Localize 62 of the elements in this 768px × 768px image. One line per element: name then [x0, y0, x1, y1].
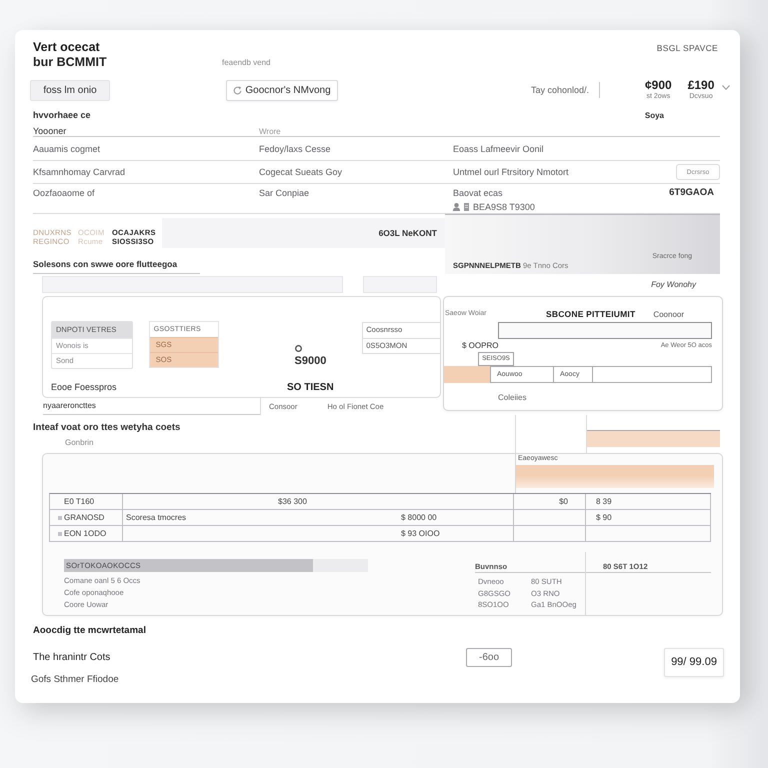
- row-label: Scoresa tmocres: [126, 513, 186, 522]
- table-text: Untmel ourl Ftrsitory Nmotort: [453, 167, 569, 177]
- amount-value: S9000: [294, 355, 326, 367]
- chevron-down-icon[interactable]: [722, 84, 730, 90]
- corner-label: BSGL SPAVCE: [656, 42, 718, 52]
- header-caption: feaendb vend: [222, 58, 270, 68]
- refresh-icon: [233, 86, 242, 94]
- table-text: Fedoy/laxs Cesse: [259, 144, 331, 154]
- stat-value: £190: [688, 79, 714, 92]
- column-header: Yoooner: [33, 126, 66, 136]
- text-field[interactable]: Tay cohonlod/.: [528, 82, 600, 98]
- stat-value: ¢900: [645, 79, 672, 92]
- row-amount: $ 8000 00: [401, 513, 437, 522]
- filter-label: Solesons con swwe oore flutteegoa: [33, 258, 200, 274]
- table-text: Eoass Lafmeevir Oonil: [453, 144, 544, 154]
- value-chip: -6oo: [466, 648, 512, 667]
- highlight-cell: [444, 366, 491, 383]
- table-text: Aauamis cogmet: [33, 144, 100, 154]
- document-title: Vert ocecat: [33, 40, 100, 55]
- table-text: Baovat ecas: [453, 188, 503, 198]
- breakdown-value: SO TIESN: [287, 382, 334, 392]
- row-code: EON 1ODO: [64, 529, 106, 538]
- section-label: hvvorhaee ce: [33, 110, 91, 120]
- document-subtitle: bur BCMMIT: [33, 55, 107, 70]
- ring-icon: [294, 345, 302, 352]
- table-text: Sar Conpiae: [259, 188, 310, 198]
- row-value: $ 90: [596, 513, 612, 522]
- table-text: Cogecat Sueats Goy: [259, 167, 342, 177]
- weights-subtitle: Gonbrin: [65, 438, 94, 448]
- payment-amount: $ OOPRO: [461, 340, 498, 352]
- total-value: 99/ 99.09: [664, 648, 724, 677]
- reference-text: BEA9S8 T9300: [473, 202, 535, 212]
- payment-side-label: Coonoor: [653, 310, 684, 318]
- toolbar-button[interactable]: Goocnor's NMvong: [226, 80, 338, 100]
- document-icon: [464, 203, 469, 211]
- column-header: Wrore: [259, 127, 281, 136]
- row-code: E0 T160: [64, 497, 94, 506]
- row-amount: $36 300: [278, 497, 307, 506]
- table-text: Kfsamnhomay Carvrad: [33, 167, 126, 177]
- bar-label: 6O3L NeKONT: [378, 228, 437, 238]
- table-text: Oozfaoaome of: [33, 188, 95, 198]
- row-code: GRANOSD: [64, 513, 104, 522]
- row-amount: $ 93 OIOO: [401, 529, 440, 538]
- toolbar-button[interactable]: foss lm onio: [30, 80, 110, 100]
- footer-note: Gofs Sthmer Ffiodoe: [31, 674, 119, 685]
- payment-title: SBCONE PITTEIUMIT: [546, 309, 636, 319]
- weights-title: Inteaf voat oro ttes wetyha coets: [33, 422, 180, 433]
- row-value: $0: [559, 497, 568, 506]
- filter-note: Foy Wonohy: [651, 280, 696, 288]
- row-value: 8 39: [596, 497, 612, 506]
- section-note: Soya: [644, 110, 664, 120]
- bullet-icon: [58, 532, 62, 536]
- footer-heading: Aoocdig tte mcwrtetamal: [33, 625, 146, 636]
- input-field[interactable]: [498, 322, 712, 339]
- total-value: 6T9GAOA: [669, 188, 714, 198]
- total-label: The hranintr Cots: [33, 652, 110, 664]
- bullet-icon: [58, 516, 62, 520]
- blank-field[interactable]: [592, 366, 712, 383]
- breakdown-row-label: nyaareroncttes: [43, 398, 260, 415]
- breakdown-label: Eooe Foesspros: [51, 382, 117, 392]
- payment-footer: Coleiies: [498, 393, 526, 403]
- user-icon: [453, 203, 460, 211]
